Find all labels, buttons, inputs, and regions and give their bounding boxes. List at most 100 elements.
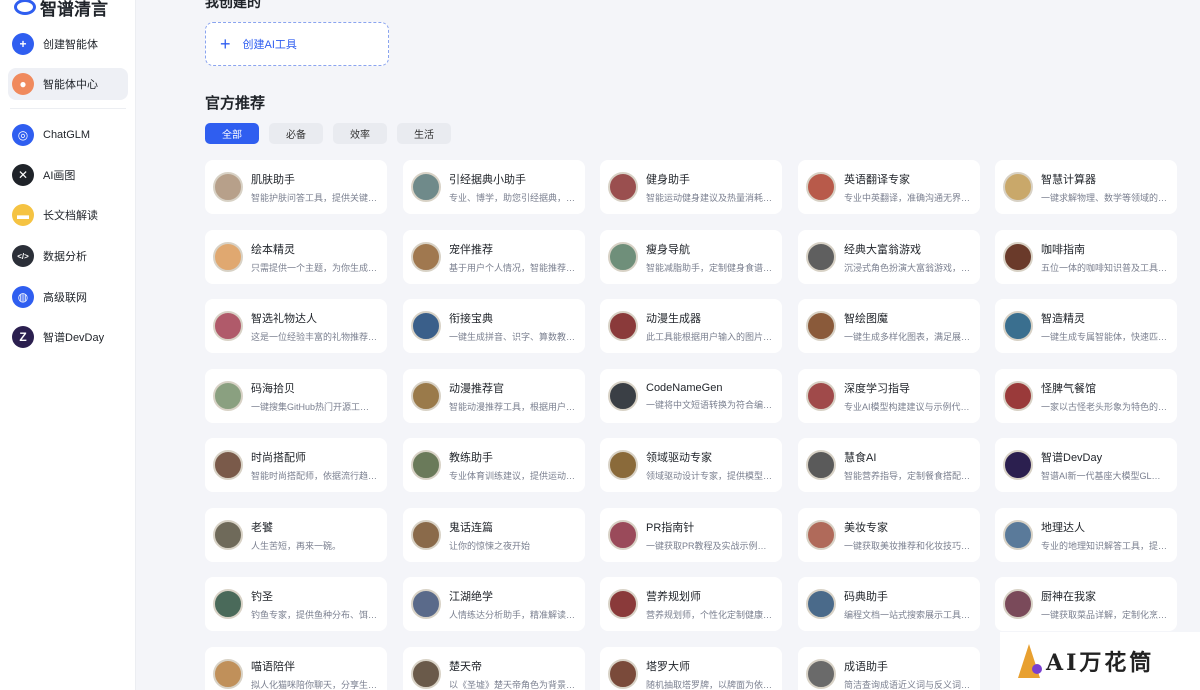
agent-description: 领域驱动设计专家，提供模型… — [646, 470, 773, 481]
code-icon: </> — [12, 245, 34, 267]
agent-avatar — [806, 311, 836, 341]
agent-avatar — [411, 520, 441, 550]
sidebar-item-label: 智谱DevDay — [43, 332, 105, 344]
agent-card[interactable]: 教练助手 专业体育训练建议，提供运动… — [403, 438, 585, 492]
agent-card[interactable]: 慧食AI 智能营养指导，定制餐食搭配… — [798, 438, 980, 492]
tab-efficiency[interactable]: 效率 — [333, 123, 387, 144]
agent-description: 让你的惊悚之夜开始 — [449, 540, 531, 551]
agent-card[interactable]: 老饕 人生苦短，再来一碗。 — [205, 508, 387, 562]
agent-title: 怪脾气餐馆 — [1041, 382, 1096, 395]
sidebar-item-label: 数据分析 — [43, 251, 87, 263]
sidebar-item-2[interactable]: ● 智能体中心 — [8, 68, 128, 100]
agent-card[interactable]: 衔接宝典 一键生成拼音、识字、算数教… — [403, 299, 585, 353]
sidebar-item-label: ChatGLM — [43, 129, 91, 141]
agent-description: 沉浸式角色扮演大富翁游戏，… — [844, 262, 971, 273]
agent-description: 专业的地理知识解答工具，提… — [1041, 540, 1168, 551]
agent-avatar — [213, 242, 243, 272]
watermark-logo: AI万花筒 — [1000, 632, 1200, 690]
plus-icon: + — [220, 34, 231, 54]
agent-card[interactable]: 智造精灵 一键生成专属智能体，快速匹… — [995, 299, 1177, 353]
agent-card[interactable]: 绘本精灵 只需提供一个主题，为你生成… — [205, 230, 387, 284]
agent-title: 塔罗大师 — [646, 660, 690, 673]
agent-card[interactable]: 动漫推荐官 智能动漫推荐工具，根据用户… — [403, 369, 585, 423]
agent-card[interactable]: 成语助手 简洁查询成语近义词与反义词… — [798, 647, 980, 690]
agent-avatar — [1003, 242, 1033, 272]
sidebar-item-label: 高级联网 — [43, 292, 87, 304]
agent-description: 智能时尚搭配师，依据流行趋… — [251, 470, 378, 481]
agent-card[interactable]: PR指南针 一键获取PR教程及实战示例… — [600, 508, 782, 562]
brand-logo[interactable]: 智谱清言 — [14, 0, 108, 19]
agent-title: 引经据典小助手 — [449, 173, 526, 186]
agent-avatar — [806, 381, 836, 411]
main-content: 我创建的 + 创建AI工具 官方推荐 全部 必备 效率 生活 肌肤助手 智能护肤问… — [136, 0, 1200, 690]
agent-card[interactable]: 营养规划师 营养规划师，个性化定制健康… — [600, 577, 782, 631]
agent-description: 一键将中文短语转换为符合编… — [646, 399, 773, 410]
agent-card[interactable]: 动漫生成器 此工具能根据用户输入的图片… — [600, 299, 782, 353]
sidebar-item-1[interactable]: + 创建智能体 — [8, 28, 128, 60]
tab-life[interactable]: 生活 — [397, 123, 451, 144]
agent-card[interactable]: 鬼话连篇让你的惊悚之夜开始 — [403, 508, 585, 562]
tab-all[interactable]: 全部 — [205, 123, 259, 144]
sidebar-item-7[interactable]: ◍ 高级联网 — [8, 281, 128, 313]
agent-card[interactable]: 楚天帝 以《圣墟》楚天帝角色为背景… — [403, 647, 585, 690]
agent-card[interactable]: 瘦身导航 智能减脂助手，定制健身食谱… — [600, 230, 782, 284]
agent-description: 拟人化猫咪陪你聊天，分享生… — [251, 679, 378, 690]
sidebar-item-3[interactable]: ◎ ChatGLM — [8, 119, 128, 151]
agent-avatar — [608, 589, 638, 619]
agent-card[interactable]: 塔罗大师 随机抽取塔罗牌，以牌面为依… — [600, 647, 782, 690]
agent-title: 智谱DevDay — [1041, 451, 1103, 464]
agent-avatar — [806, 520, 836, 550]
agent-card[interactable]: 江湖绝学 人情练达分析助手，精准解读… — [403, 577, 585, 631]
agent-title: 领域驱动专家 — [646, 451, 712, 464]
agent-avatar — [411, 381, 441, 411]
agent-title: 肌肤助手 — [251, 173, 295, 186]
agent-title: 动漫生成器 — [646, 312, 701, 325]
agent-title: CodeNameGen — [646, 381, 723, 394]
agent-card[interactable]: 喵语陪伴 拟人化猫咪陪你聊天，分享生… — [205, 647, 387, 690]
agent-card[interactable]: 领域驱动专家领域驱动设计专家，提供模型… — [600, 438, 782, 492]
agent-card[interactable]: 码典助手 编程文档一站式搜索展示工具… — [798, 577, 980, 631]
agent-avatar — [1003, 589, 1033, 619]
sidebar-item-6[interactable]: </> 数据分析 — [8, 240, 128, 272]
agent-description: 一键获取美妆推荐和化妆技巧… — [844, 540, 971, 551]
agent-avatar — [213, 172, 243, 202]
agent-card[interactable]: 码海拾贝 一键搜集GitHub热门开源工… — [205, 369, 387, 423]
agent-title: 咖啡指南 — [1041, 243, 1085, 256]
agent-description: 智能护肤问答工具，提供关键… — [251, 192, 378, 203]
agent-title: 楚天帝 — [449, 660, 482, 673]
agent-card[interactable]: 英语翻译专家 专业中英翻译，准确沟通无界… — [798, 160, 980, 214]
agent-card[interactable]: 健身助手 智能运动健身建议及热量消耗… — [600, 160, 782, 214]
agent-title: 智慧计算器 — [1041, 173, 1096, 186]
agent-avatar — [411, 172, 441, 202]
sidebar-item-8[interactable]: Z 智谱DevDay — [8, 321, 128, 353]
tab-essential[interactable]: 必备 — [269, 123, 323, 144]
agent-card[interactable]: CodeNameGen 一键将中文短语转换为符合编… — [600, 369, 782, 423]
agent-card[interactable]: 厨神在我家 一键获取菜品详解，定制化烹… — [995, 577, 1177, 631]
agent-card[interactable]: 智选礼物达人 这是一位经验丰富的礼物推荐… — [205, 299, 387, 353]
agent-card[interactable]: 时尚搭配师 智能时尚搭配师，依据流行趋… — [205, 438, 387, 492]
agent-card[interactable]: 肌肤助手智能护肤问答工具，提供关键… — [205, 160, 387, 214]
agent-card[interactable]: 深度学习指导 专业AI模型构建建议与示例代… — [798, 369, 980, 423]
agent-description: 简洁查询成语近义词与反义词… — [844, 679, 971, 690]
agent-card[interactable]: 宠伴推荐 基于用户个人情况，智能推荐… — [403, 230, 585, 284]
agent-title: 鬼话连篇 — [449, 521, 493, 534]
agent-title: 老饕 — [251, 521, 273, 534]
create-ai-tool-button[interactable]: + 创建AI工具 — [205, 22, 389, 66]
agent-card[interactable]: 智绘图魔 一键生成多样化图表，满足展… — [798, 299, 980, 353]
create-ai-tool-label: 创建AI工具 — [242, 39, 297, 51]
agent-card[interactable]: 钓圣 钓鱼专家，提供鱼种分布、饵… — [205, 577, 387, 631]
agent-title: 美妆专家 — [844, 521, 888, 534]
agent-card[interactable]: 引经据典小助手 专业、博学，助您引经据典，… — [403, 160, 585, 214]
sidebar-item-4[interactable]: ✕ AI画图 — [8, 159, 128, 191]
agent-card[interactable]: 咖啡指南 五位一体的咖啡知识普及工具… — [995, 230, 1177, 284]
agent-card[interactable]: 智谱DevDay 智谱AI新一代基座大模型GL… — [995, 438, 1177, 492]
agent-title: 智造精灵 — [1041, 312, 1085, 325]
sidebar-item-5[interactable]: ▬ 长文档解读 — [8, 199, 128, 231]
agent-card[interactable]: 美妆专家一键获取美妆推荐和化妆技巧… — [798, 508, 980, 562]
agent-description: 智能运动健身建议及热量消耗… — [646, 192, 773, 203]
agent-card[interactable]: 地理达人 专业的地理知识解答工具，提… — [995, 508, 1177, 562]
agent-card[interactable]: 经典大富翁游戏 沉浸式角色扮演大富翁游戏，… — [798, 230, 980, 284]
agent-card[interactable]: 怪脾气餐馆 一家以古怪老头形象为特色的… — [995, 369, 1177, 423]
agent-description: 一键生成多样化图表，满足展… — [844, 331, 971, 342]
agent-card[interactable]: 智慧计算器 一键求解物理、数学等领域的… — [995, 160, 1177, 214]
